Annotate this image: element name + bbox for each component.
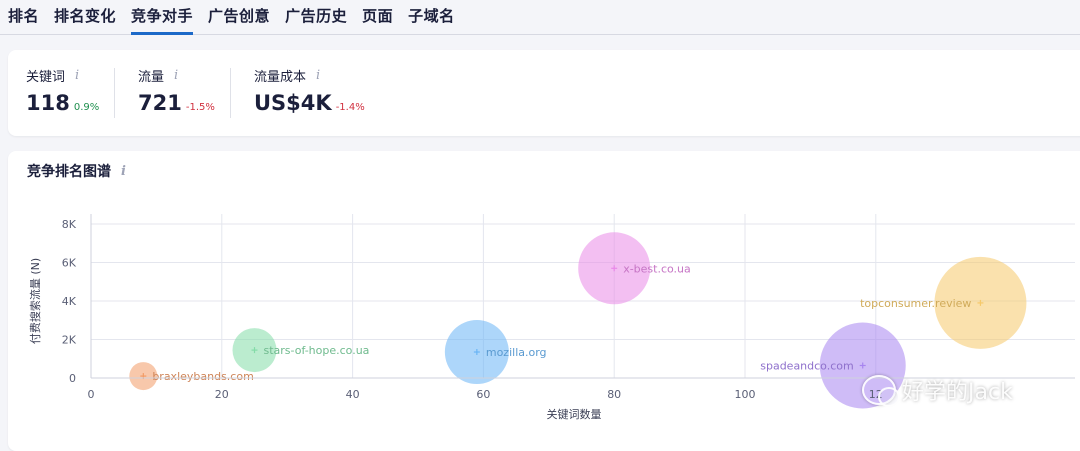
x-tick-label: 60 <box>476 388 490 401</box>
x-tick-label: 100 <box>735 388 756 401</box>
x-tick-label: 80 <box>607 388 621 401</box>
x-axis-title: 关键词数量 <box>547 407 602 421</box>
bubble-label-x-best-co-ua: x-best.co.ua <box>623 262 691 275</box>
x-tick-label: 20 <box>215 388 229 401</box>
x-tick-label: 40 <box>346 388 360 401</box>
bubble-label-stars-of-hope-co-ua: stars-of-hope.co.ua <box>264 344 370 357</box>
bubble-label-mozilla-org: mozilla.org <box>486 346 547 359</box>
bubble-label-braxleybands-com: braxleybands.com <box>152 370 254 383</box>
bubble-label-spadeandco-com: spadeandco.com <box>760 359 853 372</box>
wechat-icon <box>862 375 900 407</box>
watermark-text: 好学的Jack <box>902 380 1013 405</box>
watermark: 好学的Jack <box>862 374 1013 407</box>
bubble-label-topconsumer-review: topconsumer.review <box>860 297 971 310</box>
y-tick-label: 0 <box>69 372 76 385</box>
x-tick-label: 0 <box>88 388 95 401</box>
y-axis-title: 付费搜索流量 (N) <box>28 258 42 344</box>
y-tick-label: 4K <box>62 295 77 308</box>
y-tick-label: 2K <box>62 334 77 347</box>
y-tick-label: 6K <box>62 257 77 270</box>
y-tick-label: 8K <box>62 218 77 231</box>
